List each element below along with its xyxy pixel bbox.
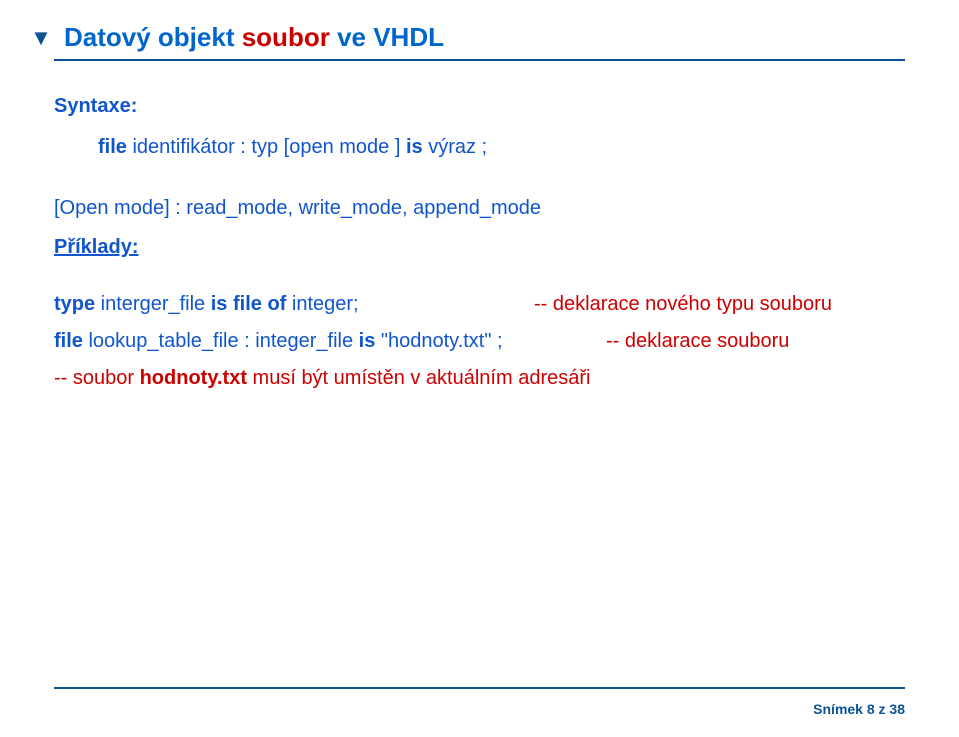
- title-part2: ve VHDL: [337, 22, 444, 52]
- line1-semi: integer;: [286, 293, 358, 315]
- syntax-label: Syntaxe:: [54, 95, 905, 118]
- footer-divider: [54, 687, 905, 689]
- line2-quoted: "hodnoty.txt" ;: [375, 330, 502, 352]
- slide: ▼ Datový objekt soubor ve VHDL Syntaxe: …: [0, 0, 959, 737]
- line1-file: file of: [227, 293, 286, 315]
- kw-is: is: [406, 136, 423, 158]
- line2-is: is: [359, 330, 376, 352]
- kw-type: type: [54, 293, 95, 315]
- open-mode-values: read_mode, write_mode, append_mode: [186, 197, 541, 219]
- title-red: soubor: [242, 22, 337, 52]
- triangle-down-icon: ▼: [28, 27, 54, 49]
- examples-label: Příklady:: [54, 236, 905, 259]
- line3-bold: hodnoty.txt: [140, 367, 247, 389]
- code-line-2-left: file lookup_table_file : integer_file is…: [54, 330, 606, 353]
- line2-comment: -- deklarace souboru: [606, 330, 789, 353]
- syntax-ident: identifikátor : typ [open mode ]: [127, 136, 406, 158]
- title-part1: Datový objekt: [64, 22, 242, 52]
- line2-body: lookup_table_file : integer_file: [83, 330, 359, 352]
- code-line-1-left: type interger_file is file of integer;: [54, 293, 534, 316]
- title-divider: [54, 59, 905, 61]
- line1-is: is: [211, 293, 228, 315]
- line3-rest: musí být umístěn v aktuálním adresáři: [247, 367, 590, 389]
- line1-body: interger_file: [95, 293, 211, 315]
- open-mode-label: [Open mode] :: [54, 197, 186, 219]
- line1-comment: -- deklarace nového typu souboru: [534, 293, 832, 316]
- slide-number: Snímek 8 z 38: [813, 701, 905, 717]
- page-title: Datový objekt soubor ve VHDL: [64, 22, 444, 53]
- open-mode-line: [Open mode] : read_mode, write_mode, app…: [54, 197, 905, 220]
- code-line-1: type interger_file is file of integer; -…: [54, 293, 905, 316]
- line2-file: file: [54, 330, 83, 352]
- kw-file: file: [98, 136, 127, 158]
- syntax-line: file identifikátor : typ [open mode ] is…: [98, 136, 905, 159]
- line3-prefix: -- soubor: [54, 367, 140, 389]
- title-row: ▼ Datový objekt soubor ve VHDL: [54, 22, 905, 53]
- syntax-vyraz: výraz ;: [423, 136, 487, 158]
- code-line-2: file lookup_table_file : integer_file is…: [54, 330, 905, 353]
- code-line-3: -- soubor hodnoty.txt musí být umístěn v…: [54, 367, 905, 390]
